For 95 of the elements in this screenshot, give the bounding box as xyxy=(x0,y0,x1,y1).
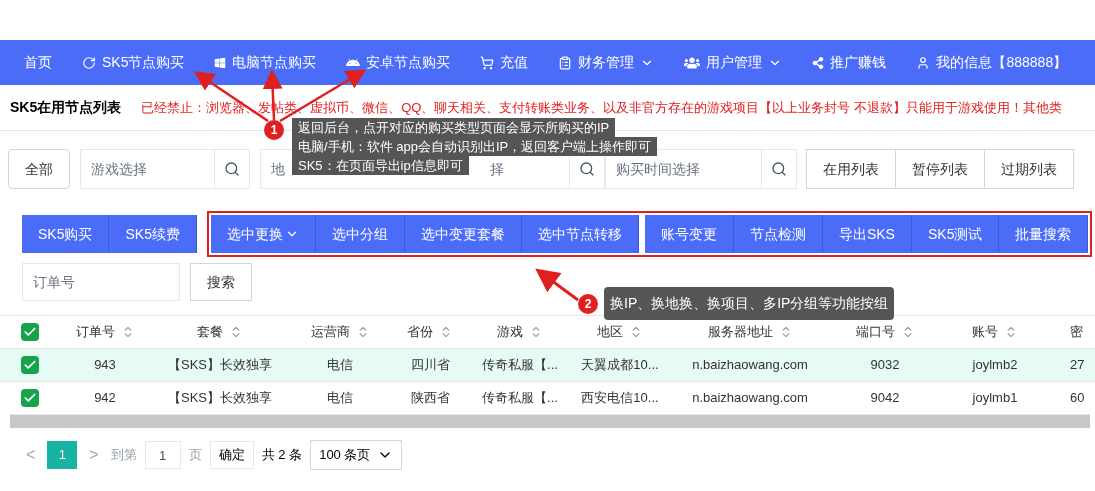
table-cell-text: 天翼成都10... xyxy=(581,356,659,375)
table-cell-text: 942 xyxy=(94,389,116,408)
table-cell-text: n.baizhaowang.com xyxy=(692,356,808,375)
table-cell-text: 60 xyxy=(1070,389,1085,408)
callout-badge: 1 xyxy=(264,120,284,140)
list-tab[interactable]: 在用列表 xyxy=(806,149,896,189)
check-icon xyxy=(23,358,37,372)
page-number-field[interactable]: 1 xyxy=(144,441,181,469)
page-unit-label: 页 xyxy=(188,446,202,465)
action-button[interactable]: 选中变更套餐 xyxy=(404,215,522,253)
action-button[interactable]: 导出SKS xyxy=(822,215,912,253)
table-cell-text: 陕西省 xyxy=(410,389,450,408)
table-cell-text: 西安电信10... xyxy=(581,389,659,408)
user-icon xyxy=(916,55,931,70)
search-icon xyxy=(224,161,240,177)
action-button[interactable]: 批量搜索 xyxy=(999,215,1089,253)
column-header[interactable]: 密 xyxy=(1070,322,1083,342)
callout-tooltip: 返回后台，点开对应的购买类型页面会显示所购买的IP xyxy=(292,118,616,137)
action-button[interactable]: SK5测试 xyxy=(911,215,1000,253)
next-page-button[interactable]: > xyxy=(85,443,103,467)
order-number-field[interactable]: 订单号 xyxy=(22,263,180,301)
nav-link[interactable]: 电脑节点购买 xyxy=(214,52,317,73)
list-tab[interactable]: 过期列表 xyxy=(984,149,1074,189)
column-header[interactable]: 地区 xyxy=(597,322,623,342)
field-text: 地 xyxy=(270,159,285,179)
checkbox[interactable] xyxy=(21,323,39,341)
action-button[interactable]: 账号变更 xyxy=(644,215,734,253)
action-button[interactable]: 选中分组 xyxy=(315,215,405,253)
callout-badge: 2 xyxy=(578,294,598,314)
table-row[interactable]: 943 【SKS】长效独享 电信 四川省 传奇私服【... 天翼成都10... n.baizhaowang.com 9032 joylmb2 27 xyxy=(0,348,1095,381)
table-cell-text: joylmb2 xyxy=(972,356,1018,375)
all-button[interactable]: 全部 xyxy=(8,149,70,189)
goto-label: 到第 xyxy=(110,446,137,465)
column-header[interactable]: 套餐 xyxy=(197,322,223,342)
windows-icon xyxy=(214,56,227,69)
field-text: 购买时间选择 xyxy=(615,159,701,179)
confirm-button[interactable]: 确定 xyxy=(209,441,254,469)
nav-link[interactable]: SK5节点购买 xyxy=(82,52,185,73)
refresh-icon xyxy=(82,55,96,70)
table-cell-text: n.baizhaowang.com xyxy=(692,389,808,408)
table-cell-text: 传奇私服【... xyxy=(482,389,558,408)
share-icon xyxy=(812,56,825,69)
callout-tooltip: 换IP、换地换、换项目、多IP分组等功能按组 xyxy=(604,287,895,320)
search-icon xyxy=(579,161,595,177)
cart-icon xyxy=(480,55,495,70)
arrow xyxy=(535,268,579,302)
search-icon xyxy=(771,161,787,177)
prev-page-button[interactable]: < xyxy=(22,443,40,467)
callout-tooltip: SK5：在页面导出ip信息即可 xyxy=(292,156,469,175)
table-cell-text: joylmb1 xyxy=(972,389,1018,408)
nav-link[interactable]: 充值 xyxy=(480,52,529,73)
total-count: 共 2 条 xyxy=(261,446,303,465)
table-cell-text: 9042 xyxy=(870,389,900,408)
page-title: SK5在用节点列表 xyxy=(10,98,122,117)
nav-link[interactable]: 推广赚钱 xyxy=(812,52,887,73)
column-header[interactable]: 省份 xyxy=(407,322,433,342)
clipboard-icon xyxy=(558,55,573,70)
table-cell-text: 9032 xyxy=(870,356,900,375)
column-header[interactable]: 服务器地址 xyxy=(707,322,773,342)
column-header[interactable]: 账号 xyxy=(972,322,998,342)
page-button[interactable]: 1 xyxy=(47,441,78,469)
nav-link[interactable]: 用户管理 xyxy=(684,52,783,73)
nav-link[interactable]: 首页 xyxy=(24,52,52,73)
table-cell-text: 传奇私服【... xyxy=(482,356,558,375)
field-text: 择 xyxy=(490,159,504,179)
game-select-field[interactable]: 游戏选择 xyxy=(80,149,250,189)
nav-link[interactable]: 财务管理 xyxy=(558,52,655,73)
table-cell-text: 943 xyxy=(94,356,116,375)
action-button[interactable]: SK5续费 xyxy=(109,215,197,253)
table-cell-text: 四川省 xyxy=(410,356,450,375)
checkbox[interactable] xyxy=(21,356,39,374)
column-header[interactable]: 端口号 xyxy=(855,322,895,342)
search-button[interactable]: 搜索 xyxy=(190,263,252,301)
nav-link[interactable]: 我的信息【888888】 xyxy=(916,52,1068,73)
callout-tooltip: 电脑/手机：软件 app会自动识别出IP，返回客户端上操作即可 xyxy=(292,137,658,156)
table-cell-text: 电信 xyxy=(327,389,353,408)
column-header[interactable]: 运营商 xyxy=(310,322,350,342)
column-header[interactable]: 订单号 xyxy=(75,322,115,342)
nav-link[interactable]: 安卓节点购买 xyxy=(346,52,451,73)
action-button[interactable]: 选中节点转移 xyxy=(521,215,639,253)
table-cell-text: 27 xyxy=(1070,356,1085,375)
list-tab[interactable]: 暂停列表 xyxy=(895,149,985,189)
action-button[interactable]: 选中更换 xyxy=(210,215,316,253)
action-button[interactable]: 节点检测 xyxy=(733,215,823,253)
horizontal-scrollbar[interactable] xyxy=(10,414,1090,428)
check-icon xyxy=(23,325,37,339)
checkbox[interactable] xyxy=(21,389,39,407)
action-button[interactable]: SK5购买 xyxy=(22,215,110,253)
check-icon xyxy=(23,391,37,405)
table-cell-text: 【SKS】长效独享 xyxy=(168,389,272,408)
column-header[interactable]: 游戏 xyxy=(497,322,523,342)
page-size-select[interactable]: 100 条页 xyxy=(310,440,403,470)
field-text: 游戏选择 xyxy=(90,159,148,179)
table-cell-text: 【SKS】长效独享 xyxy=(168,356,272,375)
table-cell-text: 电信 xyxy=(327,356,353,375)
